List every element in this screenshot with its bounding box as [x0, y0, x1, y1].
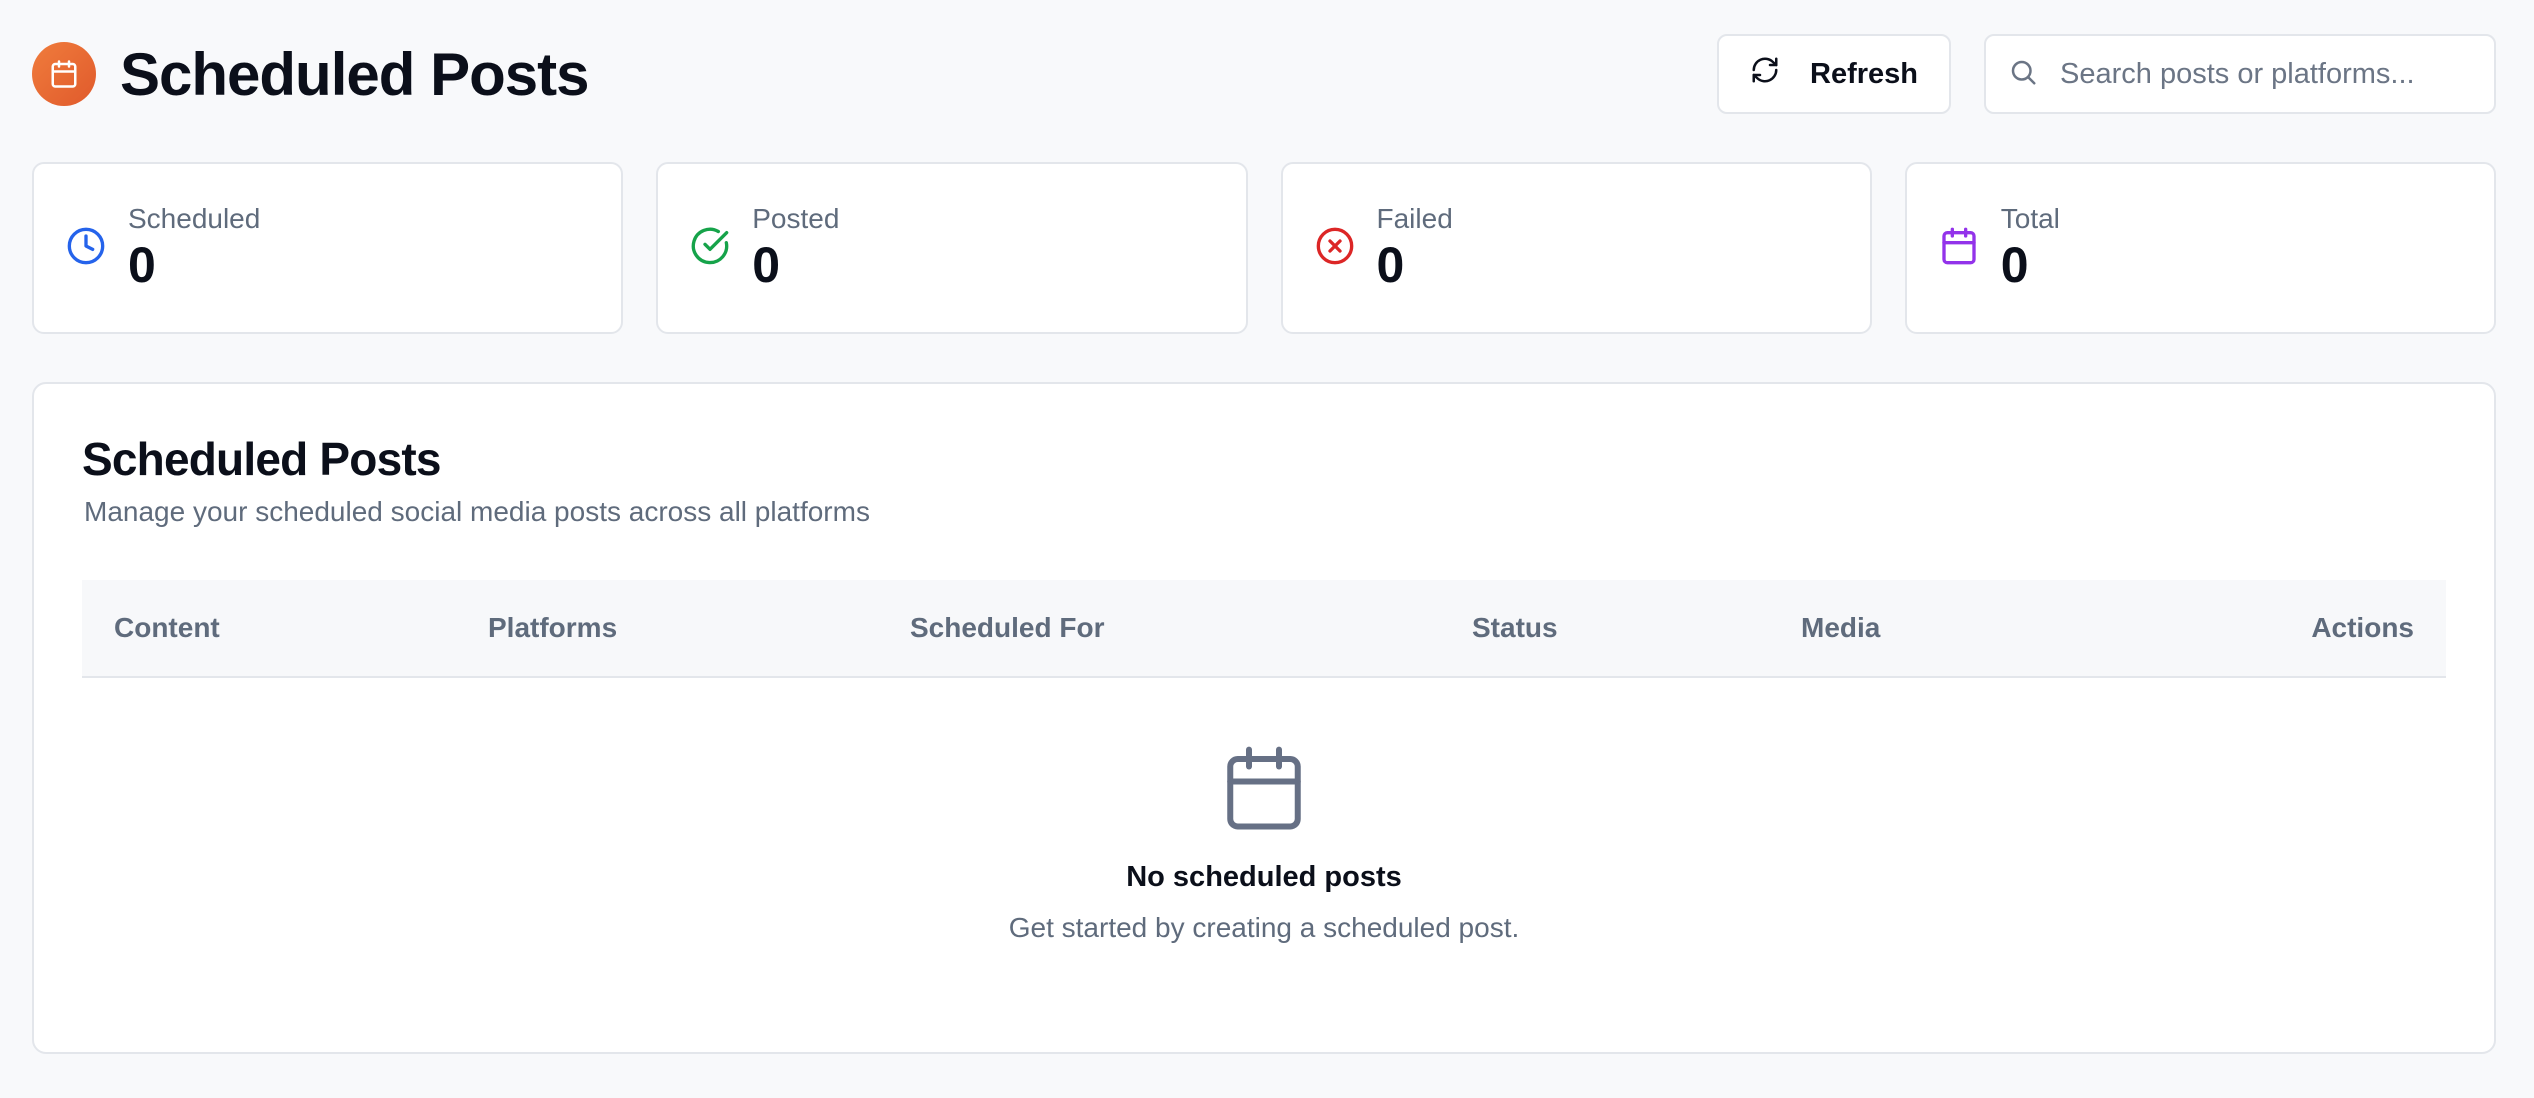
calendar-logo-icon	[32, 42, 96, 106]
page-header: Scheduled Posts Refresh	[32, 34, 2496, 114]
search-icon	[2008, 57, 2038, 92]
calendar-icon	[1939, 226, 1979, 271]
stat-label: Posted	[752, 203, 840, 234]
stats-row: Scheduled 0 Posted 0 Failed 0 Total 0	[32, 162, 2496, 334]
stat-card-failed: Failed 0	[1280, 162, 1872, 334]
page-title: Scheduled Posts	[120, 40, 589, 108]
check-circle-icon	[690, 226, 730, 271]
header-actions: Refresh	[1717, 34, 2496, 114]
stat-value: 0	[1376, 237, 1405, 293]
x-circle-icon	[1315, 226, 1355, 271]
stat-value: 0	[128, 237, 156, 293]
table-header: Content Platforms Scheduled For Status M…	[82, 580, 2446, 678]
empty-state-title: No scheduled posts	[1126, 861, 1402, 893]
stat-card-total: Total 0	[1904, 162, 2496, 334]
title-group: Scheduled Posts	[32, 40, 589, 109]
stat-value: 0	[2000, 237, 2029, 293]
search-box[interactable]	[1984, 34, 2496, 114]
refresh-button[interactable]: Refresh	[1717, 34, 1951, 114]
empty-state-subtitle: Get started by creating a scheduled post…	[1008, 912, 1520, 943]
search-input[interactable]	[2060, 57, 2460, 91]
stat-label: Scheduled	[128, 203, 261, 234]
scheduled-posts-panel: Scheduled Posts Manage your scheduled so…	[32, 382, 2496, 1054]
clock-icon	[66, 226, 106, 271]
stat-card-posted: Posted 0	[656, 162, 1248, 334]
column-header-actions: Actions	[2311, 612, 2414, 643]
column-header-scheduled-for: Scheduled For	[910, 612, 1105, 643]
empty-state: No scheduled posts Get started by creati…	[34, 742, 2494, 944]
column-header-platforms: Platforms	[488, 612, 618, 643]
stat-label: Total	[2000, 203, 2060, 234]
panel-subtitle: Manage your scheduled social media posts…	[84, 496, 870, 527]
stat-value: 0	[752, 237, 781, 293]
stat-label: Failed	[1376, 203, 1453, 234]
column-header-media: Media	[1801, 612, 1881, 643]
column-header-content: Content	[114, 612, 220, 643]
stat-card-scheduled: Scheduled 0	[32, 162, 624, 334]
panel-title: Scheduled Posts	[82, 433, 441, 485]
calendar-empty-icon	[1219, 742, 1309, 841]
refresh-label: Refresh	[1810, 57, 1918, 90]
column-header-status: Status	[1472, 612, 1558, 643]
refresh-icon	[1750, 55, 1780, 93]
